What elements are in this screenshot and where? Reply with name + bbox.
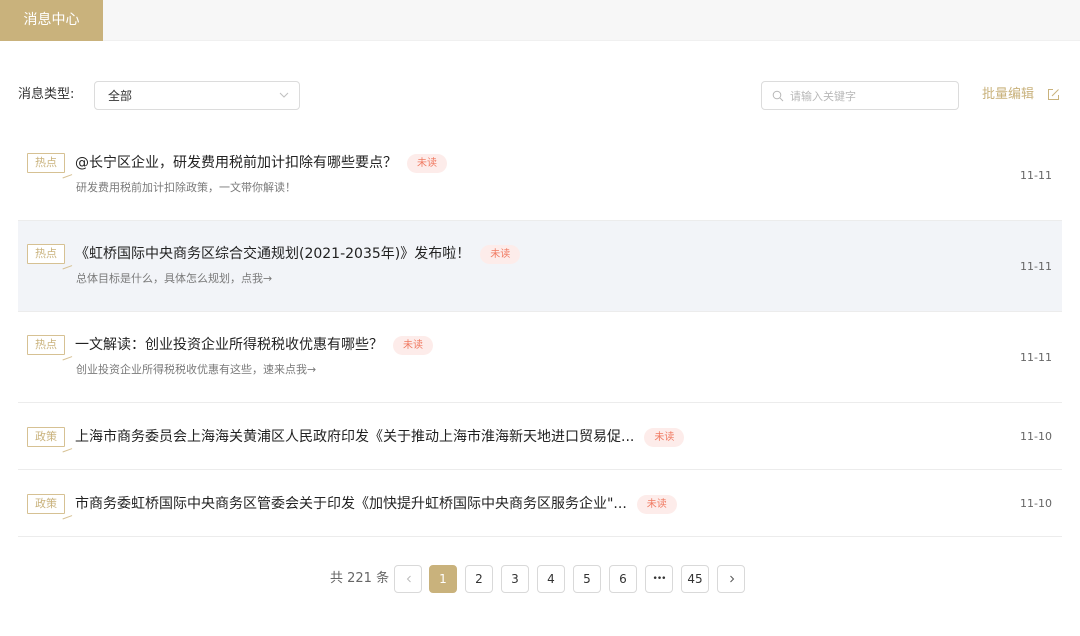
batch-edit-button[interactable]: 批量编辑 (982, 86, 1034, 104)
prev-page-button[interactable] (394, 565, 422, 593)
message-type-label: 消息类型: (18, 87, 75, 102)
message-tag: 热点 (27, 153, 65, 173)
message-title-row: @长宁区企业，研发费用税前加计扣除有哪些要点？ 未读 (75, 152, 447, 174)
message-tag: 政策 (27, 427, 65, 447)
tab-bar: 消息中心 (0, 0, 1080, 41)
message-title[interactable]: 市商务委虹桥国际中央商务区管委会关于印发《加快提升虹桥国际中央商务区服务企业".… (75, 493, 627, 515)
message-title[interactable]: 《虹桥国际中央商务区综合交通规划(2021-2035年)》发布啦！ (75, 243, 470, 265)
page-button-1[interactable]: 1 (429, 565, 457, 593)
search-input[interactable] (790, 87, 950, 105)
message-tag: 政策 (27, 494, 65, 514)
page-button-2[interactable]: 2 (465, 565, 493, 593)
message-item[interactable]: 政策 上海市商务委员会上海海关黄浦区人民政府印发《关于推动上海市淮海新天地进口贸… (18, 403, 1062, 470)
unread-badge: 未读 (407, 153, 447, 173)
message-item[interactable]: 热点 一文解读：创业投资企业所得税税收优惠有哪些？ 未读 创业投资企业所得税税收… (18, 312, 1062, 403)
search-icon (772, 90, 784, 102)
message-title-row: 上海市商务委员会上海海关黄浦区人民政府印发《关于推动上海市淮海新天地进口贸易促.… (75, 426, 685, 448)
unread-badge: 未读 (480, 244, 521, 264)
message-title-row: 一文解读：创业投资企业所得税税收优惠有哪些？ 未读 (75, 334, 433, 356)
total-count: 共 221 条 (330, 571, 390, 586)
message-item[interactable]: 热点 @长宁区企业，研发费用税前加计扣除有哪些要点？ 未读 研发费用税前加计扣除… (18, 130, 1062, 221)
message-type-selected-value: 全部 (108, 89, 133, 103)
page-button-4[interactable]: 4 (537, 565, 565, 593)
pagination: 共 221 条 1 2 3 4 5 6 ••• 45 (0, 565, 1080, 593)
chevron-left-icon (406, 575, 411, 583)
message-item[interactable]: 政策 市商务委虹桥国际中央商务区管委会关于印发《加快提升虹桥国际中央商务区服务企… (18, 470, 1062, 537)
message-summary: 总体目标是什么，具体怎么规划，点我→ (76, 272, 273, 285)
page-button-3[interactable]: 3 (501, 565, 529, 593)
message-tag: 热点 (27, 335, 65, 355)
unread-badge: 未读 (393, 335, 433, 355)
unread-badge: 未读 (644, 427, 685, 447)
message-type-select[interactable]: 全部 (94, 81, 300, 110)
message-date: 11-11 (1020, 351, 1052, 364)
page-button-last[interactable]: 45 (681, 565, 709, 593)
message-title-row: 市商务委虹桥国际中央商务区管委会关于印发《加快提升虹桥国际中央商务区服务企业".… (75, 493, 677, 515)
message-list: 热点 @长宁区企业，研发费用税前加计扣除有哪些要点？ 未读 研发费用税前加计扣除… (18, 130, 1062, 537)
page-button-5[interactable]: 5 (573, 565, 601, 593)
message-tag: 热点 (27, 244, 65, 264)
message-title[interactable]: 一文解读：创业投资企业所得税税收优惠有哪些？ (75, 334, 383, 356)
message-date: 11-10 (1020, 497, 1052, 510)
search-box[interactable] (761, 81, 959, 110)
chevron-right-icon (730, 575, 735, 583)
message-title[interactable]: 上海市商务委员会上海海关黄浦区人民政府印发《关于推动上海市淮海新天地进口贸易促.… (75, 426, 634, 448)
message-title[interactable]: @长宁区企业，研发费用税前加计扣除有哪些要点？ (75, 152, 397, 174)
next-page-button[interactable] (717, 565, 745, 593)
message-item[interactable]: 热点 《虹桥国际中央商务区综合交通规划(2021-2035年)》发布啦！ 未读 … (18, 221, 1062, 312)
edit-icon[interactable] (1047, 88, 1060, 101)
message-date: 11-11 (1020, 260, 1052, 273)
unread-badge: 未读 (636, 494, 677, 514)
tab-message-center[interactable]: 消息中心 (0, 0, 103, 41)
message-summary: 创业投资企业所得税税收优惠有这些，速来点我→ (76, 363, 317, 376)
chevron-down-icon (279, 92, 289, 98)
message-date: 11-10 (1020, 430, 1052, 443)
page-button-6[interactable]: 6 (609, 565, 637, 593)
page-ellipsis-button[interactable]: ••• (645, 565, 673, 593)
message-title-row: 《虹桥国际中央商务区综合交通规划(2021-2035年)》发布啦！ 未读 (75, 243, 521, 265)
message-date: 11-11 (1020, 169, 1052, 182)
message-summary: 研发费用税前加计扣除政策，一文带你解读！ (76, 181, 296, 194)
